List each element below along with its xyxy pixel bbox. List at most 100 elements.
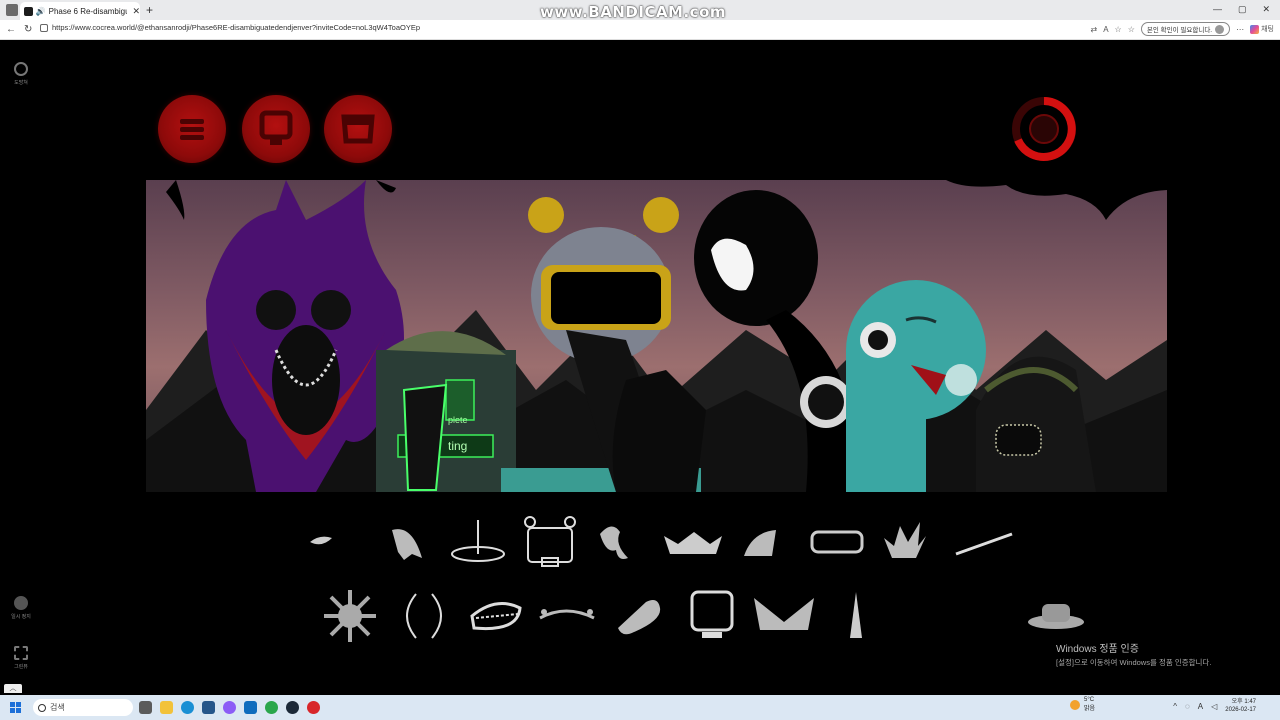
palette-slot-visor[interactable]	[804, 514, 876, 570]
palette-slot-tear[interactable]	[300, 514, 372, 570]
record-timer-icon[interactable]	[1010, 95, 1078, 163]
stage-art: plete ting	[146, 180, 1167, 492]
palette-slot-tower[interactable]	[820, 588, 892, 644]
sidebar-item-run[interactable]: 도망쳐	[0, 62, 42, 86]
spiky-crown-icon	[884, 522, 926, 558]
url-field[interactable]: https://www.cocrea.world/@ethansanrodji/…	[40, 23, 420, 32]
avatar	[1215, 24, 1225, 34]
tower-icon	[850, 592, 862, 638]
search-icon	[38, 703, 46, 712]
palette-slot-teeth[interactable]	[460, 588, 532, 644]
character-button[interactable]	[242, 95, 310, 163]
read-aloud-icon[interactable]: A	[1103, 25, 1108, 34]
bucket-button[interactable]	[324, 95, 392, 163]
brow-icon	[539, 609, 595, 620]
menu-button[interactable]	[158, 95, 226, 163]
tab-actions-icon[interactable]	[6, 4, 18, 16]
favorite-star-icon[interactable]: ☆	[1115, 25, 1122, 34]
palette-slot-sun[interactable]	[316, 588, 388, 644]
visor-icon	[810, 530, 864, 554]
clock-date: 2026-02-17	[1225, 707, 1256, 713]
weather-widget[interactable]: 5°C 맑음	[1070, 697, 1095, 712]
taskbar-search[interactable]: 검색	[33, 699, 133, 716]
refresh-icon[interactable]: ↻	[24, 24, 36, 35]
search-label: 검색	[50, 703, 65, 712]
windows-start-icon[interactable]	[10, 702, 21, 713]
character-icon	[259, 110, 293, 145]
monitor-icon	[690, 590, 734, 638]
palette-slot-spiky-crown[interactable]	[876, 514, 948, 570]
store-icon[interactable]	[202, 701, 215, 714]
close-window-button[interactable]: ✕	[1262, 4, 1270, 15]
more-menu-icon[interactable]: ⋯	[1236, 25, 1244, 34]
tab-close-button[interactable]: ✕	[132, 6, 140, 17]
volume-icon[interactable]: ◁	[1211, 702, 1217, 711]
complete-text: plete	[448, 415, 468, 425]
bucket-icon	[341, 114, 375, 144]
bandicam-icon[interactable]	[307, 701, 320, 714]
back-arrow-icon[interactable]: ←	[6, 24, 18, 35]
browser-tab[interactable]: 🔊 Phase 6 Re-disambiguated (n ✕	[20, 2, 140, 20]
empty-slot-icon	[892, 588, 964, 644]
sidebar-label: 일시 정지	[11, 614, 31, 620]
palette-row-1	[300, 514, 1020, 570]
network-icon[interactable]: ◌	[1185, 702, 1190, 711]
app-icon[interactable]	[223, 701, 236, 714]
lock-icon[interactable]	[40, 23, 48, 32]
url-text: https://www.cocrea.world/@ethansanrodji/…	[52, 23, 421, 32]
favorites-icon[interactable]: ☆	[1128, 25, 1135, 34]
palette-slot-wing[interactable]	[732, 514, 804, 570]
palette-slot-bone[interactable]	[604, 588, 676, 644]
brackets-icon	[406, 593, 442, 639]
sidebar-item-view[interactable]: 그린뷰	[0, 646, 42, 670]
game-page: 도망쳐 일시 정지 그린뷰 ︿ plete ting Windows 정품 인증…	[0, 40, 1280, 695]
new-tab-button[interactable]: +	[146, 3, 153, 17]
minimize-button[interactable]: —	[1213, 4, 1222, 15]
activation-subtitle: [설정]으로 이동하여 Windows를 정품 인증합니다.	[1056, 658, 1212, 667]
windows-activation-watermark: Windows 정품 인증 [설정]으로 이동하여 Windows를 정품 인증…	[1056, 640, 1211, 668]
outlook-icon[interactable]	[244, 701, 257, 714]
palette-slot-antenna-disc[interactable]	[444, 514, 516, 570]
teeth-icon	[470, 602, 522, 631]
maximize-button[interactable]: ▢	[1238, 4, 1247, 15]
palette-slot-brackets[interactable]	[388, 588, 460, 644]
browser-tab-bar: 🔊 Phase 6 Re-disambiguated (n ✕ + www.BA…	[0, 0, 1280, 21]
sun-icon	[324, 590, 376, 642]
palette-slot-claw[interactable]	[372, 514, 444, 570]
palette-slot-hat[interactable]	[1020, 588, 1092, 644]
antenna-disc-icon	[451, 520, 505, 562]
chevron-up-icon[interactable]: ^	[1173, 702, 1177, 711]
sidebar-item-pause[interactable]: 일시 정지	[0, 596, 42, 620]
sidebar-label: 그린뷰	[14, 664, 28, 670]
palette-slot-stick[interactable]	[948, 514, 1020, 570]
task-view-icon[interactable]	[139, 701, 152, 714]
language-icon[interactable]: A	[1198, 702, 1203, 711]
palette-slot-swirl[interactable]	[588, 514, 660, 570]
audio-playing-icon[interactable]: 🔊	[36, 7, 46, 16]
clock[interactable]: 오후 1:47 2026-02-17	[1225, 698, 1256, 714]
copilot-button[interactable]: 채팅	[1250, 24, 1274, 34]
palette-slot-box-antenna[interactable]	[516, 514, 588, 570]
crown-icon	[664, 532, 722, 554]
palette-slot-monitor[interactable]	[676, 588, 748, 644]
bone-icon	[618, 600, 661, 635]
palette-slot-crown[interactable]	[660, 514, 732, 570]
copilot-label: 채팅	[1261, 26, 1274, 33]
weather-desc: 맑음	[1084, 706, 1096, 712]
waiting-text: ting	[448, 439, 467, 453]
file-explorer-icon[interactable]	[160, 701, 173, 714]
chrome-icon[interactable]	[265, 701, 278, 714]
profile-warning-text: 본인 확인이 필요합니다.	[1146, 27, 1213, 34]
palette-slot-empty[interactable]	[892, 588, 964, 644]
scroll-up-button[interactable]: ︿	[4, 684, 22, 693]
profile-button[interactable]: 본인 확인이 필요합니다.	[1140, 22, 1231, 36]
sun-icon	[1070, 699, 1080, 710]
taskbar-apps	[139, 701, 320, 714]
steam-icon[interactable]	[286, 701, 299, 714]
translate-icon[interactable]: ⇄	[1091, 25, 1098, 34]
swirl-icon	[600, 526, 628, 559]
pause-icon	[14, 596, 28, 610]
edge-icon[interactable]	[181, 701, 194, 714]
palette-slot-shirt-collar[interactable]	[748, 588, 820, 644]
palette-slot-brow[interactable]	[532, 588, 604, 644]
